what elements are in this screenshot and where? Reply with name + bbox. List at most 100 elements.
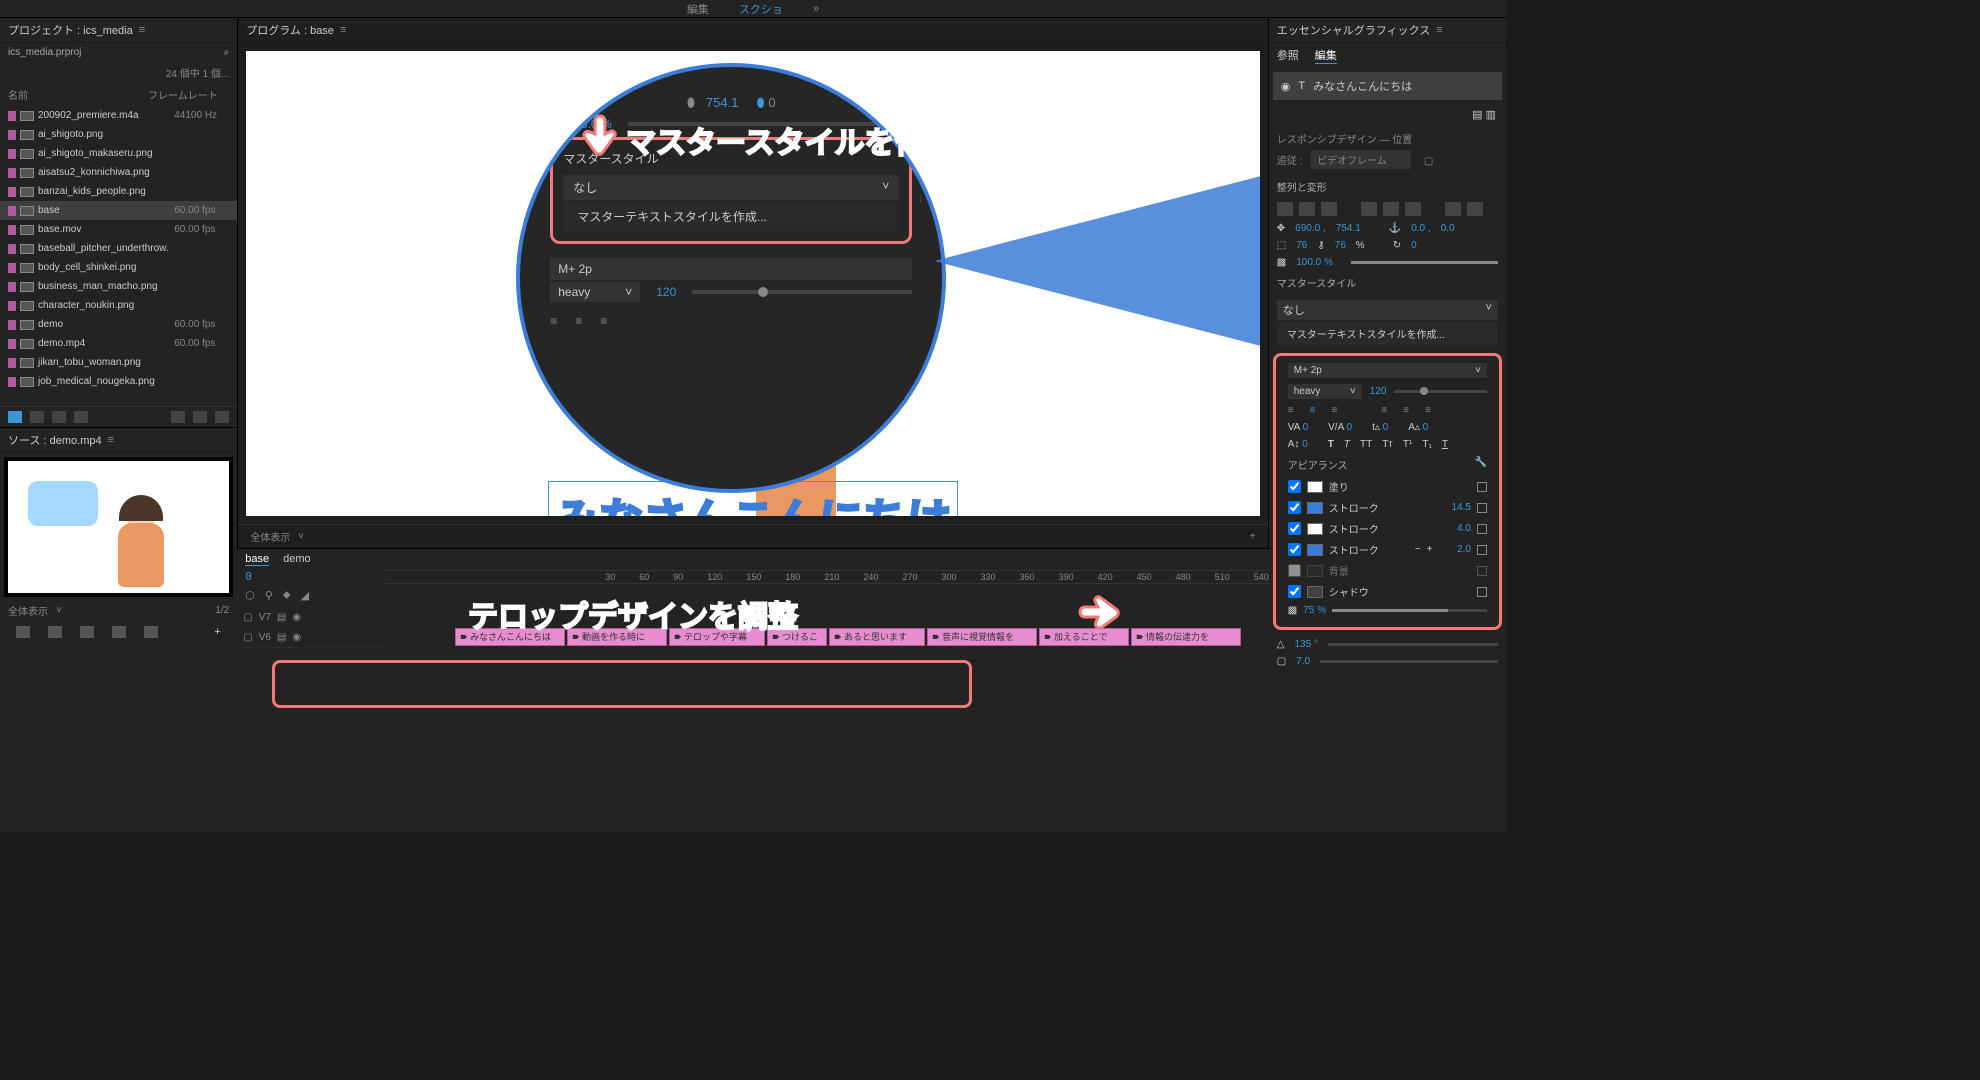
zoom-font-weight[interactable]: heavy˅: [550, 282, 640, 302]
play-icon[interactable]: [80, 626, 94, 638]
asset-row[interactable]: business_man_macho.png: [0, 277, 237, 296]
align-left-icon[interactable]: [1277, 202, 1293, 216]
fit-select[interactable]: 全体表示: [8, 603, 48, 618]
superscript-icon[interactable]: T¹: [1403, 439, 1412, 450]
stroke2-swatch[interactable]: [1307, 523, 1323, 535]
box-val[interactable]: 7.0: [1296, 656, 1310, 667]
stroke1-val[interactable]: 14.5: [1452, 502, 1471, 513]
col-fps[interactable]: フレームレート: [148, 87, 218, 102]
freeform-icon[interactable]: [52, 411, 66, 423]
trash-icon[interactable]: [215, 411, 229, 423]
asset-row[interactable]: demo60.00 fps: [0, 315, 237, 334]
eg-tab-ref[interactable]: 参照: [1277, 47, 1299, 64]
asset-row[interactable]: base60.00 fps: [0, 201, 237, 220]
zoom-master-select[interactable]: なし˅: [563, 175, 899, 200]
zoom-slider-icon[interactable]: [74, 411, 88, 423]
opacity-val[interactable]: 100.0 %: [1296, 257, 1333, 268]
align-center-h-icon[interactable]: [1299, 202, 1315, 216]
bg-swatch[interactable]: [1307, 565, 1323, 577]
fill-swatch[interactable]: [1307, 481, 1323, 493]
pin-box-icon[interactable]: ▢: [1424, 156, 1433, 167]
stroke3-checkbox[interactable]: [1288, 543, 1301, 556]
asset-row[interactable]: aisatsu2_konnichiwa.png: [0, 163, 237, 182]
align-middle-icon[interactable]: ≡: [1403, 405, 1409, 416]
stroke2-checkbox[interactable]: [1288, 522, 1301, 535]
pos-x[interactable]: 690.0 ,: [1295, 223, 1326, 234]
plus-icon[interactable]: +: [1427, 544, 1433, 555]
timeline-clip[interactable]: 🠶 音声に視覚情報を: [927, 628, 1037, 646]
distribute-v-icon[interactable]: [1467, 202, 1483, 216]
angle-val[interactable]: 135 °: [1294, 639, 1317, 650]
new-item-icon[interactable]: [193, 411, 207, 423]
asset-list[interactable]: 200902_premiere.m4a44100 Hzai_shigoto.pn…: [0, 106, 237, 406]
new-layer-icon[interactable]: ▤: [1472, 109, 1482, 121]
overflow-icon[interactable]: »: [813, 3, 819, 15]
source-monitor[interactable]: [4, 457, 233, 597]
texture-opacity[interactable]: 75 %: [1303, 605, 1326, 616]
stroke3-val[interactable]: 2.0: [1457, 544, 1471, 555]
snap-icon[interactable]: ⬡: [245, 589, 255, 602]
align-right-icon[interactable]: [1321, 202, 1337, 216]
link-icon[interactable]: ⚷: [1317, 240, 1324, 251]
align-right-icon[interactable]: ≡: [600, 314, 607, 328]
tab-current[interactable]: スクショ: [739, 1, 783, 17]
distribute-h-icon[interactable]: [1445, 202, 1461, 216]
tab-edit[interactable]: 編集: [687, 1, 709, 17]
timeline-tab-base[interactable]: base: [245, 553, 269, 566]
rotation-val[interactable]: 0: [1411, 240, 1417, 251]
asset-row[interactable]: character_noukin.png: [0, 296, 237, 315]
layer-item[interactable]: ◉ T みなさんこんにちは: [1273, 72, 1502, 100]
add-marker-icon[interactable]: +: [1250, 531, 1256, 542]
asset-row[interactable]: 200902_premiere.m4a44100 Hz: [0, 106, 237, 125]
font-family-select[interactable]: M+ 2p˅: [1288, 363, 1487, 378]
fill-checkbox[interactable]: [1288, 480, 1301, 493]
asset-row[interactable]: banzai_kids_people.png: [0, 182, 237, 201]
track-v7[interactable]: ▢V7▤◉: [237, 608, 385, 628]
zoom-font-family[interactable]: M+ 2p: [550, 258, 912, 280]
align-center-v-icon[interactable]: [1383, 202, 1399, 216]
stroke3-swatch[interactable]: [1307, 544, 1323, 556]
timeline-ruler[interactable]: 3060901201501802102402703003303603904204…: [385, 570, 1269, 584]
asset-row[interactable]: body_cell_shinkei.png: [0, 258, 237, 277]
timeline-clip[interactable]: 🠶 情報の伝達力を: [1131, 628, 1241, 646]
align-left-icon[interactable]: ≡: [550, 314, 557, 328]
stroke1-checkbox[interactable]: [1288, 501, 1301, 514]
align-top-icon[interactable]: [1361, 202, 1377, 216]
wrench-icon[interactable]: 🔧: [1475, 457, 1487, 472]
asset-row[interactable]: baseball_pitcher_underthrow.: [0, 239, 237, 258]
font-size-val[interactable]: 120: [1370, 386, 1387, 397]
zoom-create-master-style[interactable]: マスターテキストスタイルを作成...: [563, 202, 899, 231]
eyedropper-icon[interactable]: [1477, 545, 1487, 555]
asset-row[interactable]: job_medical_nougeka.png: [0, 372, 237, 391]
timeline-tab-demo[interactable]: demo: [283, 553, 311, 566]
align-left-icon[interactable]: ≡: [1288, 405, 1294, 416]
fit-select[interactable]: 全体表示: [250, 529, 290, 544]
col-name[interactable]: 名前: [8, 87, 148, 102]
search-icon[interactable]: ⌕: [224, 47, 230, 58]
asset-row[interactable]: demo.mp460.00 fps: [0, 334, 237, 353]
anchor-y[interactable]: 0.0: [1441, 223, 1455, 234]
icon-view-icon[interactable]: [30, 411, 44, 423]
eyedropper-icon[interactable]: [1477, 503, 1487, 513]
eyedropper-icon[interactable]: [1477, 482, 1487, 492]
shadow-checkbox[interactable]: [1288, 585, 1301, 598]
timecode[interactable]: 0: [237, 570, 385, 583]
anchor-x[interactable]: 0.0 ,: [1411, 223, 1430, 234]
mark-out-icon[interactable]: [144, 626, 158, 638]
align-right-icon[interactable]: ≡: [1331, 405, 1337, 416]
italic-icon[interactable]: T: [1344, 439, 1350, 450]
font-weight-select[interactable]: heavy˅: [1288, 384, 1362, 399]
marker-icon[interactable]: ⬥: [283, 589, 291, 602]
scale-h[interactable]: 76: [1335, 240, 1346, 251]
list-view-icon[interactable]: [8, 411, 22, 423]
asset-row[interactable]: jikan_tobu_woman.png: [0, 353, 237, 372]
step-back-icon[interactable]: [48, 626, 62, 638]
eyedropper-icon[interactable]: [1477, 524, 1487, 534]
follow-select[interactable]: ビデオフレーム: [1311, 150, 1411, 169]
scale-w[interactable]: 76: [1296, 240, 1307, 251]
stroke1-swatch[interactable]: [1307, 502, 1323, 514]
settings-icon[interactable]: ◢: [301, 589, 309, 602]
create-master-style[interactable]: マスターテキストスタイルを作成...: [1277, 322, 1498, 345]
step-fwd-icon[interactable]: [112, 626, 126, 638]
stroke2-val[interactable]: 4.0: [1457, 523, 1471, 534]
